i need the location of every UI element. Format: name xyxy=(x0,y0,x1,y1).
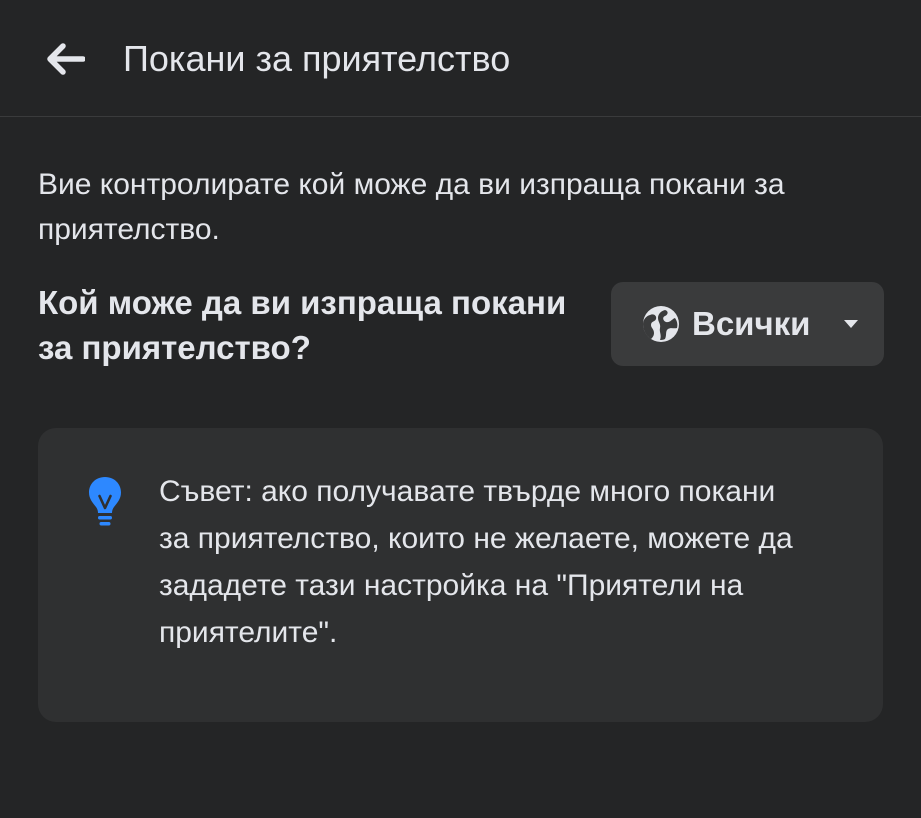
settings-description: Вие контролирате кой може да ви изпраща … xyxy=(38,168,785,246)
tip-card: Съвет: ако получавате твърде много покан… xyxy=(38,428,883,722)
caret-down-icon xyxy=(844,320,858,328)
audience-label: Всички xyxy=(692,305,811,342)
header-bar: Покани за приятелство xyxy=(0,0,921,117)
lightbulb-icon xyxy=(89,477,121,526)
setting-question: Кой може да ви изпраща покани за приятел… xyxy=(38,284,567,366)
tip-text: Съвет: ако получавате твърде много покан… xyxy=(159,475,793,649)
globe-icon xyxy=(643,306,679,342)
back-button[interactable] xyxy=(40,36,90,82)
page-title: Покани за приятелство xyxy=(123,38,511,79)
arrow-left-icon xyxy=(47,43,85,75)
audience-selector-button[interactable]: Всички xyxy=(611,282,884,366)
